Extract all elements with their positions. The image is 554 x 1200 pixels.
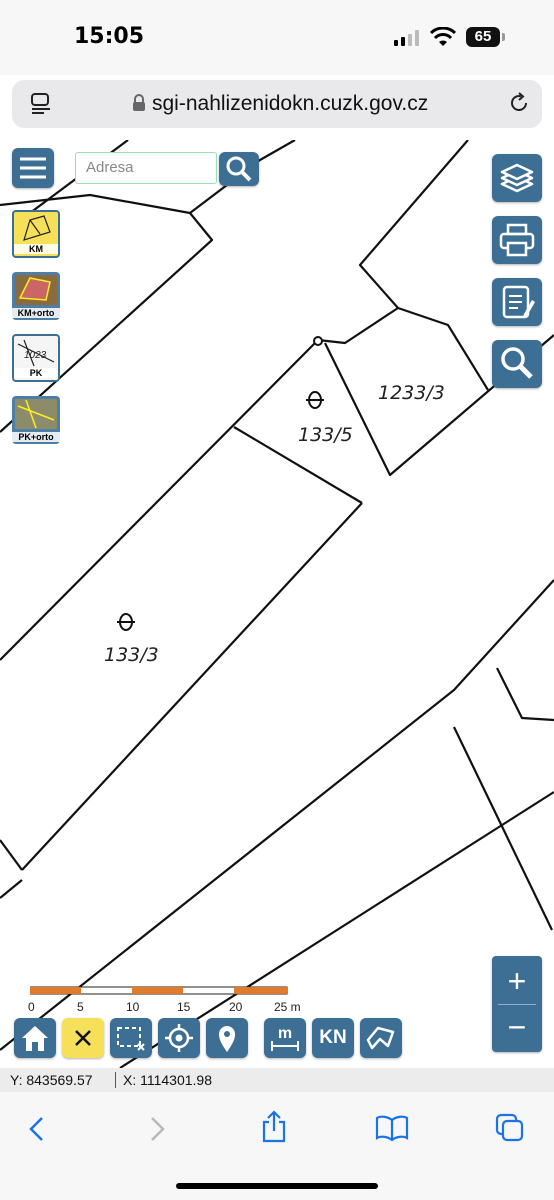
layers-button[interactable] bbox=[492, 154, 542, 202]
back-icon[interactable] bbox=[26, 1116, 48, 1142]
share-icon[interactable] bbox=[260, 1110, 288, 1144]
crosshair-icon bbox=[165, 1024, 193, 1052]
battery-tip bbox=[502, 33, 505, 41]
map-thumbnail-icon bbox=[23, 215, 51, 241]
svg-text:1023: 1023 bbox=[24, 350, 47, 361]
close-icon bbox=[75, 1030, 91, 1046]
cadastral-map[interactable]: 133/5 1233/3 133/3 KM KM+orto 1023 P bbox=[0, 140, 554, 1068]
parcel-label: 133/5 bbox=[298, 424, 353, 446]
measure-label: m bbox=[278, 1025, 292, 1042]
area-select-button[interactable] bbox=[110, 1018, 152, 1058]
coordinate-x: X: 1114301.98 bbox=[115, 1072, 212, 1088]
locate-button[interactable] bbox=[158, 1018, 200, 1058]
reader-mode-icon[interactable] bbox=[30, 92, 54, 116]
place-marker-button[interactable] bbox=[206, 1018, 248, 1058]
parcel-boundaries bbox=[0, 140, 554, 1068]
wifi-icon bbox=[430, 27, 456, 46]
edit-list-icon bbox=[502, 285, 535, 319]
scale-label: 20 bbox=[229, 1000, 243, 1014]
zoom-control: + − bbox=[492, 956, 542, 1052]
lock-icon bbox=[133, 94, 145, 111]
scale-label: 15 bbox=[177, 1000, 191, 1014]
hamburger-icon bbox=[20, 157, 46, 179]
layers-icon bbox=[500, 163, 534, 193]
bookmarks-icon[interactable] bbox=[374, 1114, 410, 1142]
scale-label: 10 bbox=[126, 1000, 140, 1014]
address-search bbox=[75, 152, 217, 184]
layer-pk-button[interactable]: 1023 PK bbox=[12, 334, 60, 382]
home-button[interactable] bbox=[14, 1018, 56, 1058]
kn-label: KN bbox=[319, 1027, 347, 1048]
polygon-icon bbox=[366, 1026, 395, 1050]
status-bar: 15:05 65 bbox=[0, 0, 554, 75]
coordinates-bar: Y: 843569.57 X: 1114301.98 bbox=[0, 1068, 554, 1092]
scale-bar bbox=[30, 986, 288, 995]
zoom-in-button[interactable]: + bbox=[492, 960, 542, 1002]
search-button[interactable] bbox=[219, 152, 259, 186]
layer-label: KM bbox=[14, 244, 58, 254]
scale-label: 25 m bbox=[274, 1000, 301, 1014]
measure-button[interactable]: m bbox=[264, 1018, 306, 1058]
layer-label: KM+orto bbox=[12, 308, 60, 318]
layer-pk-orto-button[interactable]: PK+orto bbox=[12, 396, 60, 444]
url-text[interactable]: sgi-nahlizenidokn.cuzk.gov.cz bbox=[152, 92, 428, 116]
kn-info-button[interactable]: KN bbox=[312, 1018, 354, 1058]
address-bar[interactable]: sgi-nahlizenidokn.cuzk.gov.cz bbox=[12, 80, 542, 128]
orthophoto-thumbnail-icon bbox=[15, 275, 57, 305]
coordinate-y: Y: 843569.57 bbox=[10, 1072, 93, 1088]
scale-label: 5 bbox=[77, 1000, 84, 1014]
tabs-icon[interactable] bbox=[494, 1112, 526, 1144]
zoom-out-button[interactable]: − bbox=[492, 1006, 542, 1048]
printer-icon bbox=[499, 223, 535, 257]
address-input[interactable] bbox=[76, 153, 214, 181]
home-indicator bbox=[176, 1183, 378, 1189]
clear-button[interactable] bbox=[62, 1018, 104, 1058]
battery-indicator: 65 bbox=[466, 27, 500, 47]
pk-thumbnail-icon: 1023 bbox=[17, 339, 55, 367]
print-button[interactable] bbox=[492, 216, 542, 264]
menu-button[interactable] bbox=[12, 148, 54, 188]
select-area-icon bbox=[117, 1027, 145, 1051]
zoom-search-button[interactable] bbox=[492, 340, 542, 388]
ruler-icon: m bbox=[271, 1025, 299, 1051]
map-pin-icon bbox=[219, 1026, 235, 1052]
edit-notes-button[interactable] bbox=[492, 278, 542, 326]
draw-polygon-button[interactable] bbox=[360, 1018, 402, 1058]
layer-km-button[interactable]: KM bbox=[12, 210, 60, 258]
scale-label: 0 bbox=[28, 1000, 35, 1014]
reload-icon[interactable] bbox=[507, 91, 531, 115]
parcel-label: 1233/3 bbox=[378, 382, 445, 404]
layer-km-orto-button[interactable]: KM+orto bbox=[12, 272, 60, 320]
parcel-label: 133/3 bbox=[104, 644, 159, 666]
zoom-divider bbox=[498, 1004, 536, 1005]
cellular-signal-icon bbox=[394, 30, 419, 46]
home-icon bbox=[22, 1026, 48, 1051]
clock: 15:05 bbox=[74, 24, 145, 49]
forward-icon[interactable] bbox=[146, 1116, 168, 1142]
pk-orthophoto-thumbnail-icon bbox=[15, 399, 57, 429]
layer-label: PK+orto bbox=[12, 432, 60, 442]
layer-label: PK bbox=[14, 368, 58, 378]
search-icon bbox=[226, 156, 252, 182]
magnifier-icon bbox=[501, 347, 533, 379]
